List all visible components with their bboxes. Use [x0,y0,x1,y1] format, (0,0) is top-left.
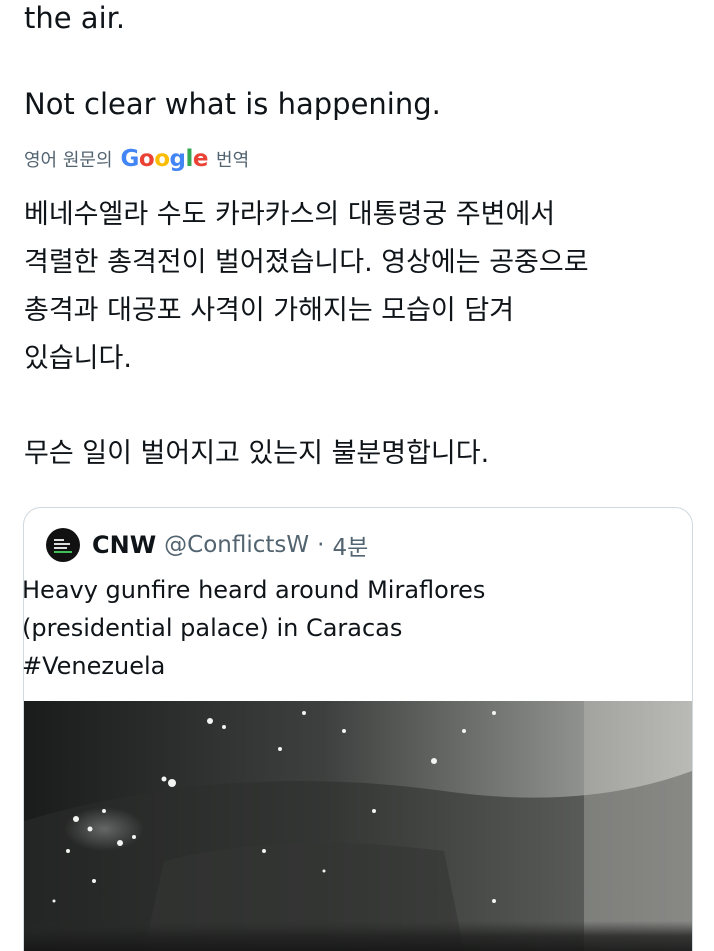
translated-by-google-link[interactable]: 영어 원문의 Google 번역 [24,146,249,174]
translate-prefix: 영어 원문의 [24,150,113,171]
quoted-author-name[interactable]: CNW [92,531,156,559]
google-logo-letter: e [192,146,209,172]
tweet-text-line: the air. [24,1,126,35]
quoted-hashtag-line[interactable]: #Venezuela [22,651,165,681]
quoted-text-line: (presidential palace) in Caracas [22,614,403,642]
translated-text-line: 베네수엘라 수도 카라카스의 대통령궁 주변에서 [24,199,556,230]
quoted-author-handle[interactable]: @ConflictsW [164,532,309,558]
google-logo: Google [120,146,209,172]
tweet-text-line: Not clear what is happening. [24,87,441,121]
video-thumbnail[interactable] [24,701,692,951]
night-footage-image [24,701,692,951]
translate-suffix: 번역 [216,150,250,171]
quoted-text-line: Heavy gunfire heard around Miraflores [22,576,486,604]
translated-text-line: 무슨 일이 벌어지고 있는지 불분명합니다. [24,438,490,469]
translated-text-line: 총격과 대공포 사격이 가해지는 모습이 담겨 [24,295,515,326]
quoted-timestamp[interactable]: 4분 [332,528,368,562]
google-logo-letter: o [154,146,170,172]
separator-dot: · [317,532,325,558]
google-logo-letter: l [185,146,194,172]
avatar[interactable] [46,528,80,562]
translated-text-line: 있습니다. [24,343,132,374]
google-logo-letter: g [169,146,186,172]
google-logo-letter: G [120,146,140,172]
google-logo-letter: o [138,146,155,172]
quoted-tweet-header: CNW @ConflictsW · 4분 [46,528,368,562]
translated-text-line: 격렬한 총격전이 벌어졌습니다. 영상에는 공중으로 [24,247,589,278]
